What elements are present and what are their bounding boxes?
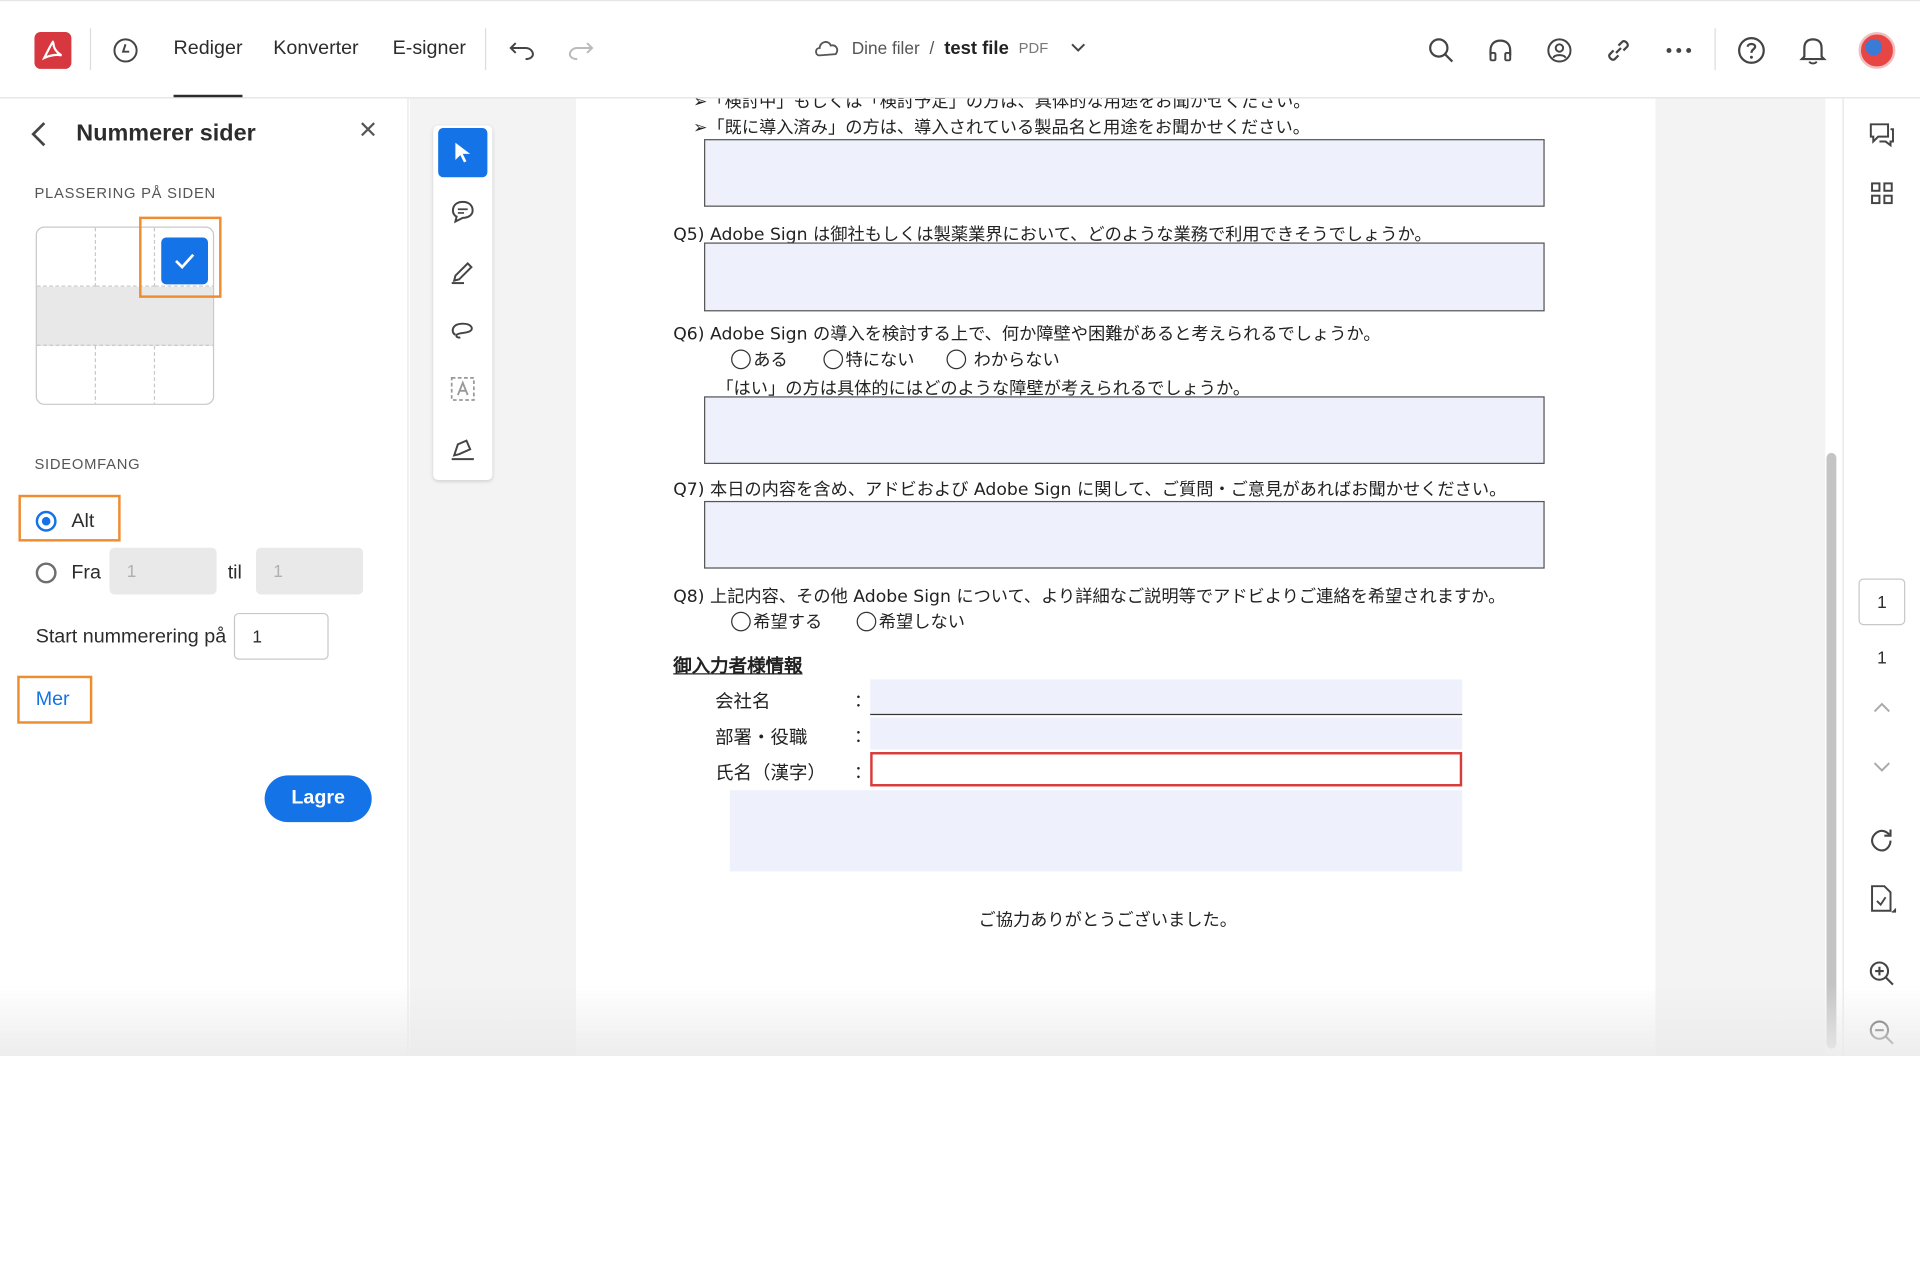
chevron-up-icon[interactable]: [1866, 692, 1898, 724]
chevron-down-icon[interactable]: [1070, 43, 1085, 53]
info-heading: 御入力者様情報: [673, 654, 803, 677]
company-field[interactable]: [870, 679, 1463, 716]
field-label: 氏名（漢字）: [715, 761, 826, 785]
close-icon[interactable]: [359, 121, 376, 138]
text-tool-icon[interactable]: [438, 364, 487, 413]
highlight-box: [139, 216, 222, 298]
radio-option-q6[interactable]: ある: [731, 347, 788, 372]
number-pages-panel: Nummerer sider PLASSERING PÅ SIDEN SIDEO…: [0, 98, 409, 1057]
zoom-in-icon[interactable]: [1866, 958, 1898, 990]
file-name[interactable]: test file: [944, 38, 1009, 59]
thanks-text: ご協力ありがとうございました。: [978, 910, 1237, 931]
position-bottom-left[interactable]: [37, 345, 97, 404]
tab-rediger[interactable]: Rediger: [173, 38, 243, 98]
question-q8: Q8) 上記内容、その他 Adobe Sign について、より詳細なご説明等でア…: [673, 587, 1506, 607]
form-text-area[interactable]: [729, 790, 1463, 872]
field-label: 会社名: [715, 690, 771, 713]
file-type-badge: PDF: [1018, 39, 1049, 57]
radio-option-q6[interactable]: 特にない: [823, 347, 914, 372]
start-numbering-label: Start nummerering på: [35, 626, 227, 648]
tab-konverter[interactable]: Konverter: [273, 38, 358, 60]
range-label: SIDEOMFANG: [34, 455, 141, 473]
radio-option-q6[interactable]: わからない: [946, 347, 1060, 372]
current-page-input[interactable]: 1: [1858, 578, 1906, 626]
breadcrumb-location[interactable]: Dine filer: [852, 38, 920, 58]
field-label: 部署・役職: [715, 726, 808, 749]
colon: ：: [854, 763, 872, 783]
divider: [1714, 28, 1716, 71]
divider: [89, 28, 92, 71]
back-icon[interactable]: [30, 121, 47, 148]
form-text-field[interactable]: [704, 139, 1545, 207]
undo-icon[interactable]: [507, 36, 537, 66]
colon: ：: [854, 691, 872, 712]
form-text-field-q5[interactable]: [704, 242, 1545, 312]
doc-line: ➢「検討中」もしくは「検討予定」の方は、具体的な用途をお聞かせください。: [692, 98, 1311, 113]
link-icon[interactable]: [1604, 36, 1634, 66]
share-user-icon[interactable]: [1545, 36, 1575, 66]
form-text-field-q6[interactable]: [704, 396, 1545, 465]
save-button[interactable]: Lagre: [264, 775, 372, 823]
app-window: Rediger Konverter E-signer Dine filer / …: [0, 0, 1920, 1057]
radio-option-q8[interactable]: 希望しない: [856, 609, 965, 634]
highlight-tool-icon[interactable]: [438, 246, 487, 295]
acrobat-logo-icon: [41, 40, 63, 61]
vertical-scrollbar[interactable]: [1826, 452, 1837, 1049]
lasso-tool-icon[interactable]: [438, 305, 487, 354]
divider: [484, 28, 487, 71]
extract-page-icon[interactable]: [1866, 884, 1898, 916]
zoom-out-icon[interactable]: [1866, 1017, 1898, 1049]
search-icon[interactable]: [1426, 36, 1456, 66]
panel-title: Nummerer sider: [76, 120, 256, 147]
to-page-input[interactable]: 1: [256, 547, 364, 595]
chevron-down-icon[interactable]: [1866, 751, 1898, 783]
acrobat-logo[interactable]: [34, 32, 72, 69]
help-icon[interactable]: [1737, 36, 1767, 66]
pdf-page: ➢「検討中」もしくは「検討予定」の方は、具体的な用途をお聞かせください。 ➢「既…: [576, 98, 1656, 1057]
tool-rail: [433, 125, 493, 481]
tab-e-signer[interactable]: E-signer: [393, 38, 466, 60]
avatar[interactable]: [1858, 32, 1896, 69]
radio-option-q8[interactable]: 希望する: [731, 609, 822, 634]
headphones-icon[interactable]: [1486, 36, 1516, 66]
comment-tool-icon[interactable]: [438, 187, 487, 236]
department-field[interactable]: [870, 717, 1463, 750]
question-q7: Q7) 本日の内容を含め、アドビおよび Adobe Sign に関して、ご質問・…: [673, 480, 1507, 500]
thumbnails-icon[interactable]: [1866, 177, 1898, 209]
total-pages: 1: [1877, 647, 1887, 668]
position-top-left[interactable]: [36, 227, 97, 287]
select-tool-icon[interactable]: [438, 128, 488, 178]
cloud-icon: [812, 37, 842, 59]
more-icon[interactable]: [1664, 36, 1694, 66]
comments-panel-icon[interactable]: [1866, 118, 1898, 150]
breadcrumb: Dine filer / test file PDF: [812, 37, 1085, 59]
right-rail: 1 1: [1842, 98, 1920, 1057]
placement-label: PLASSERING PÅ SIDEN: [34, 184, 216, 202]
doc-line: ➢「既に導入済み」の方は、導入されている製品名と用途をお聞かせください。: [692, 118, 1310, 138]
position-bottom-center[interactable]: [96, 345, 156, 404]
radio-from[interactable]: [35, 562, 57, 584]
breadcrumb-separator: /: [929, 38, 935, 58]
from-page-input[interactable]: 1: [109, 547, 217, 595]
rotate-icon[interactable]: [1866, 825, 1898, 857]
highlight-box: [17, 675, 93, 724]
sign-tool-icon[interactable]: [438, 423, 487, 472]
colon: ：: [854, 727, 872, 748]
bell-icon[interactable]: [1798, 36, 1828, 66]
highlight-box: [18, 494, 121, 542]
start-number-input[interactable]: 1: [233, 612, 329, 660]
form-text-field-q7[interactable]: [704, 500, 1545, 569]
history-icon[interactable]: [111, 36, 141, 66]
position-bottom-right[interactable]: [155, 346, 213, 404]
question-q6: Q6) Adobe Sign の導入を検討する上で、何か障壁や困難があると考えら…: [673, 324, 1381, 345]
name-kanji-field[interactable]: [870, 752, 1463, 787]
option-from-label[interactable]: Fra: [71, 562, 101, 584]
top-bar: Rediger Konverter E-signer Dine filer / …: [0, 0, 1920, 99]
to-label: til: [227, 562, 242, 584]
redo-icon[interactable]: [566, 36, 596, 66]
